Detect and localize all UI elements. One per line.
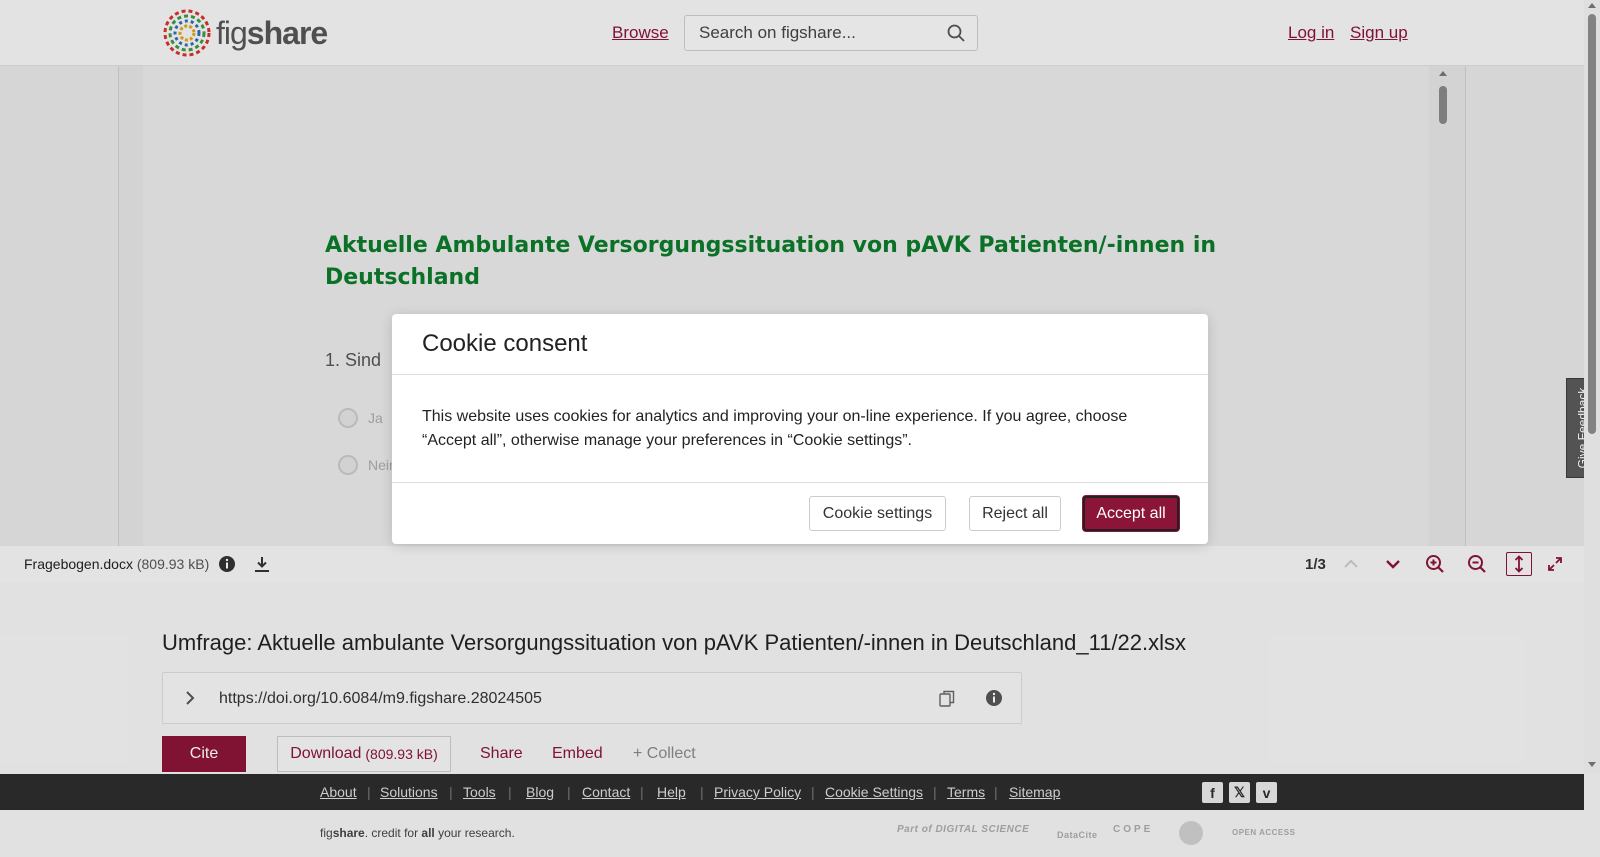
download-icon[interactable] [252,554,272,574]
viewer-toolbar: Fragebogen.docx (809.93 kB) 1/3 [0,546,1584,582]
footer-separator: | [640,784,644,800]
cope-logo[interactable]: COPE [1113,824,1153,835]
logo-wordmark: figshare [216,14,328,52]
footer-separator: | [933,784,937,800]
document-title: Aktuelle Ambulante Versorgungssituation … [325,233,1217,290]
search-box [684,15,978,51]
cookie-dialog-header: Cookie consent [392,314,1208,375]
search-input[interactable] [685,16,935,50]
footer-separator: | [994,784,998,800]
zoom-out-icon[interactable] [1467,554,1487,574]
x-twitter-icon[interactable]: 𝕏 [1229,782,1250,803]
fullscreen-icon[interactable] [1545,554,1565,574]
logo-suffix: share [246,14,328,51]
footer-link-solutions[interactable]: Solutions [380,784,438,800]
document-radio-2 [338,455,358,475]
footer-link-sitemap[interactable]: Sitemap [1009,784,1060,800]
open-access-logo[interactable]: OPEN ACCESS [1232,828,1295,837]
footer-separator: | [367,784,371,800]
download-button[interactable]: Download (809.93 kB) [277,736,451,772]
tagline-end: your research. [434,826,515,840]
footer-link-cookie-settings[interactable]: Cookie Settings [825,784,923,800]
expand-chevron-icon[interactable] [183,689,197,712]
zoom-in-icon[interactable] [1425,554,1445,574]
file-name-label: Fragebogen.docx (809.93 kB) [24,556,209,572]
footer-nav: About | Solutions | Tools | Blog | Conta… [0,774,1584,810]
footer-link-privacy-policy[interactable]: Privacy Policy [714,784,801,800]
tagline-prefix: fig [320,826,333,840]
item-details: Umfrage: Aktuelle ambulante Versorgungss… [0,582,1584,774]
logo-prefix: fig [216,14,248,51]
tagline-all: all [421,826,435,840]
page-scrollbar[interactable] [1584,0,1600,774]
embed-button[interactable]: Embed [552,745,603,763]
cookie-dialog-footer: Cookie settings Reject all Accept all [392,483,1208,543]
doi-box: https://doi.org/10.6084/m9.figshare.2802… [162,672,1022,724]
footer-separator: | [508,784,512,800]
collect-button[interactable]: + Collect [633,745,696,763]
download-label: Download [290,745,362,762]
tagline-rest: . credit for [364,826,422,840]
viewer-scroll-thumb[interactable] [1439,86,1447,124]
cookie-settings-button[interactable]: Cookie settings [809,496,946,531]
info-icon[interactable] [217,554,237,574]
figshare-logo[interactable]: figshare [162,8,328,58]
document-option-1: Ja [368,410,383,426]
digital-science-logo[interactable]: Part of DIGITAL SCIENCE [897,824,1029,835]
vimeo-icon[interactable]: v [1256,782,1277,803]
figshare-logo-mark-icon [163,9,211,57]
item-actions: Cite Download (809.93 kB) Share Embed + … [162,736,1062,772]
site-header: figshare Browse Log in Sign up [0,0,1584,66]
search-icon[interactable] [947,24,965,47]
page-scroll-down-icon[interactable] [1588,762,1596,767]
footer-tagline: figshare. credit for all your research. [320,826,515,840]
footer-link-contact[interactable]: Contact [582,784,630,800]
share-button[interactable]: Share [480,745,523,763]
footer-separator: | [449,784,453,800]
copy-icon[interactable] [939,690,955,713]
footer-link-about[interactable]: About [320,784,357,800]
cookie-dialog-title: Cookie consent [422,330,588,357]
document-question: 1. Sind [325,350,382,370]
footer-link-terms[interactable]: Terms [947,784,985,800]
previous-page-icon[interactable] [1341,554,1361,574]
footer-link-tools[interactable]: Tools [463,784,496,800]
login-link[interactable]: Log in [1288,23,1334,43]
download-size: (809.93 kB) [365,746,438,762]
browse-link[interactable]: Browse [612,23,669,43]
cookie-dialog-body: This website uses cookies for analytics … [392,375,1208,483]
facebook-icon[interactable]: f [1202,782,1223,803]
file-size: (809.93 kB) [136,556,210,572]
signup-link[interactable]: Sign up [1350,23,1408,43]
footer-separator: | [811,784,815,800]
viewer-scroll-up-icon[interactable] [1439,71,1447,76]
fit-height-icon[interactable] [1506,552,1532,576]
document-radio-1 [338,408,358,428]
cookie-consent-dialog: Cookie consent This website uses cookies… [392,314,1208,544]
datacite-logo[interactable]: DataCite [1057,830,1098,840]
page-scroll-thumb[interactable] [1588,14,1596,434]
next-page-icon[interactable] [1383,554,1403,574]
item-title: Umfrage: Aktuelle ambulante Versorgungss… [162,630,1187,655]
footer-separator: | [567,784,571,800]
footer-separator: | [700,784,704,800]
page-indicator: 1/3 [1305,556,1326,573]
cite-button[interactable]: Cite [162,736,246,772]
file-name: Fragebogen.docx [24,556,133,572]
doi-link[interactable]: https://doi.org/10.6084/m9.figshare.2802… [219,690,542,708]
badge-logo-icon[interactable] [1179,821,1203,845]
viewer-scrollbar[interactable] [1436,66,1450,546]
doi-info-icon[interactable] [985,689,1003,712]
tagline-brand: share [332,826,365,840]
footer-link-help[interactable]: Help [657,784,686,800]
footer-link-blog[interactable]: Blog [526,784,554,800]
page-scroll-up-icon[interactable] [1588,3,1596,8]
footer-bottom: figshare. credit for all your research. … [0,810,1584,857]
reject-all-button[interactable]: Reject all [969,496,1061,531]
accept-all-button[interactable]: Accept all [1083,496,1179,531]
